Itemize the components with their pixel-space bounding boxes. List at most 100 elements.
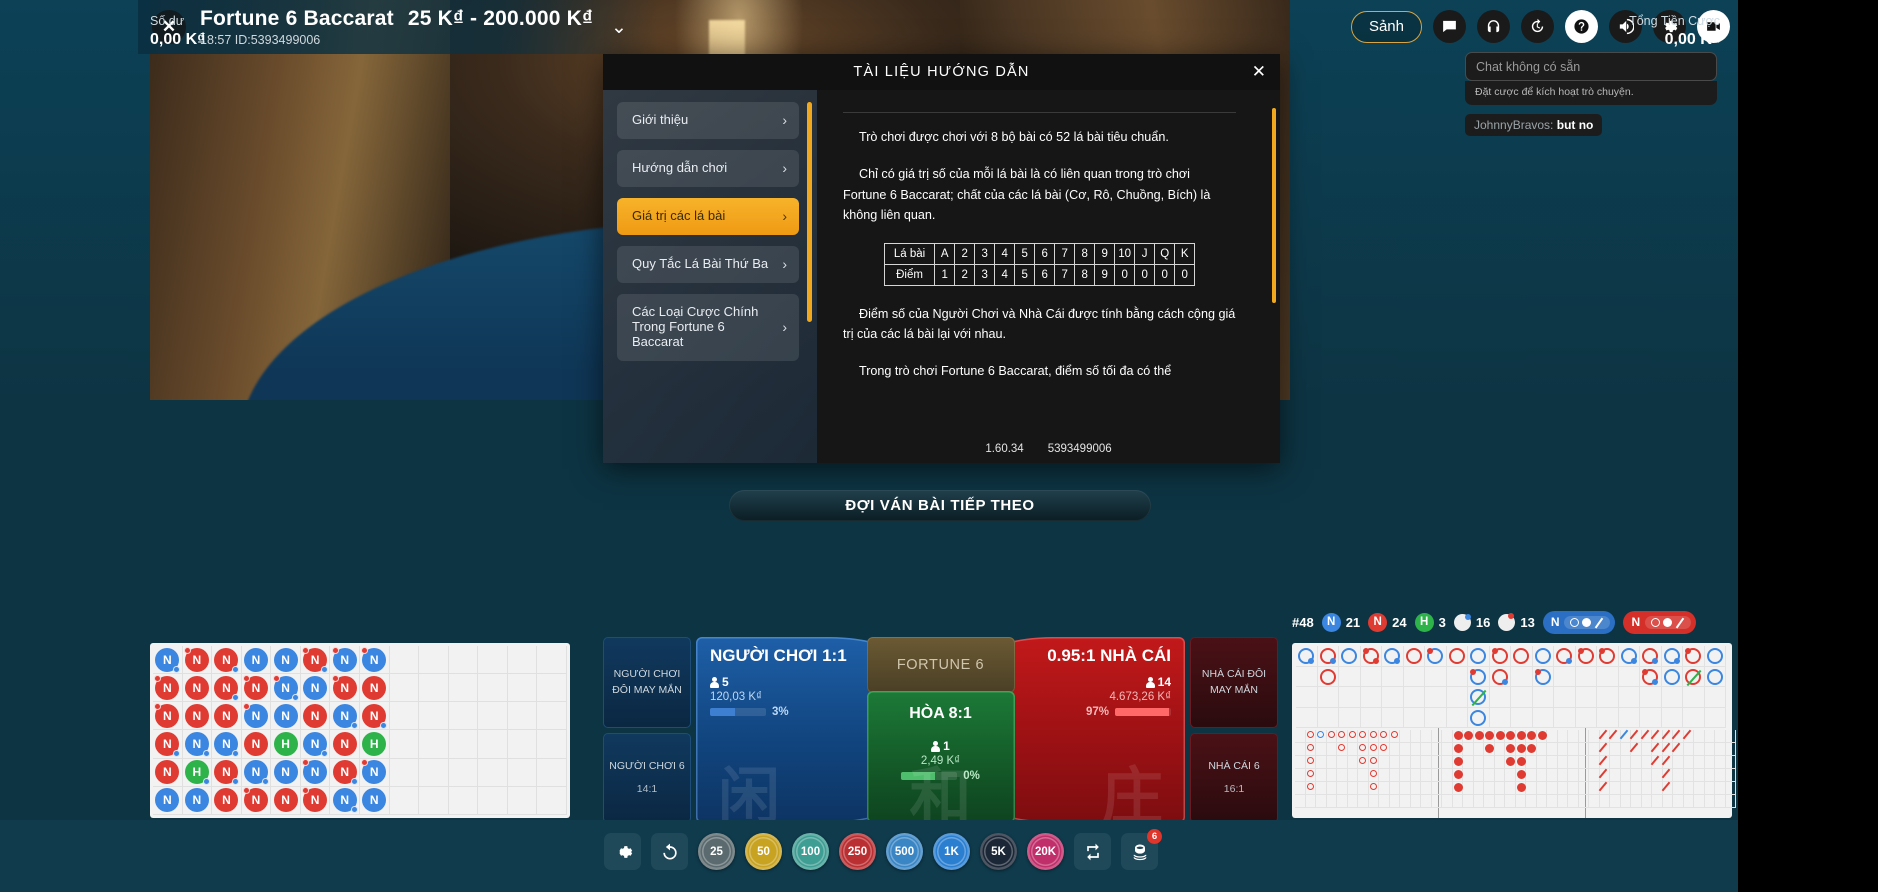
bet-player-pair-label: NGƯỜI CHƠI ĐÔI MAY MẮN <box>612 667 682 697</box>
bet-banker-label: NHÀ CÁI <box>1100 646 1171 665</box>
bet-fortune-six[interactable]: FORTUNE 6 <box>866 637 1015 693</box>
double-bet-icon[interactable]: 6 <box>1121 829 1162 870</box>
bead-marker: N <box>361 646 387 672</box>
card-table-cell: A <box>934 242 956 265</box>
headset-icon[interactable] <box>1477 10 1510 43</box>
bet-banker-six[interactable]: NHÀ CÁI 6 16:1 <box>1190 732 1278 823</box>
card-table-cell: 4 <box>994 242 1016 265</box>
bet-settings-button[interactable] <box>604 833 641 870</box>
modal-nav-item-2[interactable]: Giá trị các lá bài › <box>617 197 799 235</box>
card-table-row-label: Điểm <box>883 263 936 286</box>
derived-road-cell <box>1400 743 1411 756</box>
chat-input[interactable]: Chat không có sẵn <box>1465 52 1717 81</box>
derived-road-cell <box>1589 743 1600 756</box>
derived-road-cell <box>1379 782 1390 795</box>
derived-road-cell <box>1484 769 1495 782</box>
derived-road-cell <box>1547 756 1558 769</box>
bet-banker-pair[interactable]: NHÀ CÁI ĐÔI MAY MẮN <box>1190 637 1278 728</box>
chip-20K[interactable]: 20K <box>1027 833 1064 870</box>
bet-tie[interactable]: HÒA 8:1 1 2,49 K₫ 0% 和 <box>866 691 1015 823</box>
derived-road-cell <box>1704 756 1715 769</box>
chevron-down-icon[interactable]: ⌄ <box>611 16 627 39</box>
card-table-cell: 4 <box>994 263 1016 286</box>
derived-road-cell <box>1536 795 1547 808</box>
player-count: 21 <box>1345 614 1361 630</box>
bead-marker: N <box>214 675 240 701</box>
chip-100[interactable]: 100 <box>792 833 829 870</box>
bead-cell: N <box>271 702 301 731</box>
bead-road-panel[interactable]: NNNNNNNNNNNNNNNNNNNNNNNNNNNNHNNHNHNNNNNN… <box>150 643 570 818</box>
derived-road-cell <box>1683 756 1694 769</box>
derived-road-cell <box>1505 769 1516 782</box>
tie-bettor-count: 1 <box>867 739 1015 753</box>
derived-road-cell <box>1610 769 1621 782</box>
bead-cell <box>389 702 420 731</box>
bead-marker: N <box>362 675 387 700</box>
derived-road-cell <box>1421 743 1432 756</box>
bead-marker: N <box>184 732 210 758</box>
big-road-marker <box>1470 709 1486 726</box>
derived-road-marker <box>1359 731 1366 738</box>
derived-road-cell <box>1347 795 1358 808</box>
chip-5K[interactable]: 5K <box>980 833 1017 870</box>
chip-label: 100 <box>800 845 821 858</box>
chip-25[interactable]: 25 <box>698 833 735 870</box>
predict-banker-icons <box>1645 615 1692 629</box>
derived-road-cell <box>1494 756 1505 769</box>
bead-marker: N <box>302 646 329 673</box>
bead-cell <box>507 730 538 759</box>
bead-cell: N <box>153 758 183 787</box>
roadmap-panel[interactable] <box>1292 643 1736 818</box>
lobby-button[interactable]: Sảnh <box>1350 10 1422 43</box>
derived-road-cell <box>1536 782 1547 795</box>
big-road-marker <box>1663 668 1680 685</box>
derived-road-cell <box>1410 756 1421 769</box>
stat-banker-pair: 13 <box>1498 612 1535 631</box>
repeat-icon[interactable] <box>1074 833 1111 870</box>
chat-icon[interactable] <box>1433 10 1466 43</box>
chip-500[interactable]: 500 <box>886 833 923 870</box>
chip-50[interactable]: 50 <box>745 833 782 870</box>
bet-banker-pair-label: NHÀ CÁI ĐÔI MAY MẮN <box>1201 667 1267 697</box>
predict-player-button[interactable]: N <box>1542 610 1616 634</box>
big-road-marker <box>1341 648 1357 664</box>
derived-road-cell <box>1610 756 1621 769</box>
bead-cell: N <box>182 730 213 759</box>
derived-road-cell <box>1442 756 1453 769</box>
modal-nav-item-3[interactable]: Quy Tắc Lá Bài Thứ Ba › <box>617 245 799 283</box>
derived-road-cell <box>1715 756 1726 769</box>
modal-nav-item-4[interactable]: Các Loại Cược Chính Trong Fortune 6 Bacc… <box>617 293 799 361</box>
chevron-right-icon: › <box>782 112 787 129</box>
bet-player-six[interactable]: NGƯỜI CHƠI 6 14:1 <box>603 732 691 823</box>
chevron-right-icon: › <box>782 208 787 225</box>
big-road-cell <box>1317 687 1339 708</box>
derived-road-cell <box>1295 743 1306 756</box>
derived-road-marker <box>1369 783 1377 790</box>
stat-player: N 21 <box>1321 612 1361 632</box>
history-icon[interactable] <box>1521 10 1554 43</box>
chip-label: 25 <box>710 845 723 858</box>
big-road-cell <box>1339 707 1361 728</box>
predict-banker-button[interactable]: N <box>1623 610 1697 634</box>
bead-cell: N <box>271 674 301 703</box>
derived-road-marker <box>1369 757 1377 764</box>
help-icon[interactable] <box>1565 10 1598 43</box>
big-road-marker <box>1642 648 1658 664</box>
card-values-table: Lá bài A 2 3 4 5 6 7 8 9 10 J Q K Điểm 1 2 3 4 5 6 7 8 9 0 0 0 0 <box>883 242 1196 286</box>
undo-icon[interactable] <box>651 833 688 870</box>
bet-player-pair[interactable]: NGƯỜI CHƠI ĐÔI MAY MẮN <box>603 637 691 728</box>
modal-nav-item-1[interactable]: Hướng dẫn chơi › <box>617 149 799 187</box>
bead-cell <box>419 730 449 759</box>
chip-250[interactable]: 250 <box>839 833 876 870</box>
bead-cell: N <box>182 702 213 731</box>
close-icon[interactable]: ✕ <box>1252 62 1266 82</box>
modal-nav-label: Quy Tắc Lá Bài Thứ Ba <box>632 255 769 271</box>
modal-nav-item-0[interactable]: Giới thiệu › <box>617 102 799 139</box>
derived-road-marker <box>1369 744 1377 751</box>
card-table-row: Điểm 1 2 3 4 5 6 7 8 9 0 0 0 0 <box>883 263 1196 286</box>
chip-1K[interactable]: 1K <box>933 833 970 870</box>
card-table-cell: 7 <box>1054 242 1076 265</box>
sidebar-scrollbar[interactable] <box>807 102 812 322</box>
content-scrollbar[interactable] <box>1272 108 1276 303</box>
modal-footer: 1.60.34 5393499006 <box>817 435 1280 463</box>
